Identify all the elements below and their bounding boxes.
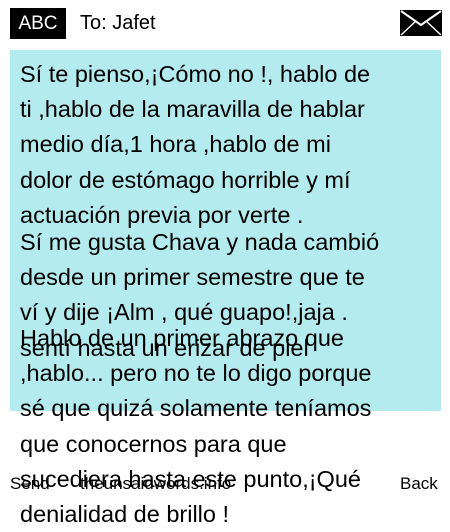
site-watermark: theunsaidwords.info: [80, 474, 232, 493]
message-paragraph-1: Sí te pienso,¡Cómo no !, hablo de ti ,ha…: [20, 61, 371, 228]
bottom-bar: Send theunsaidwords.info Back: [0, 470, 450, 500]
input-mode-badge[interactable]: ABC: [10, 8, 66, 39]
envelope-icon: [400, 10, 442, 36]
message-paragraph-3: Hablo de un primer abrazo que ,hablo... …: [20, 325, 372, 528]
back-button[interactable]: Back: [400, 472, 438, 496]
recipient-label: To: Jafet: [80, 12, 156, 34]
top-bar: ABC To: Jafet: [0, 0, 450, 46]
send-button[interactable]: Send: [10, 472, 50, 496]
